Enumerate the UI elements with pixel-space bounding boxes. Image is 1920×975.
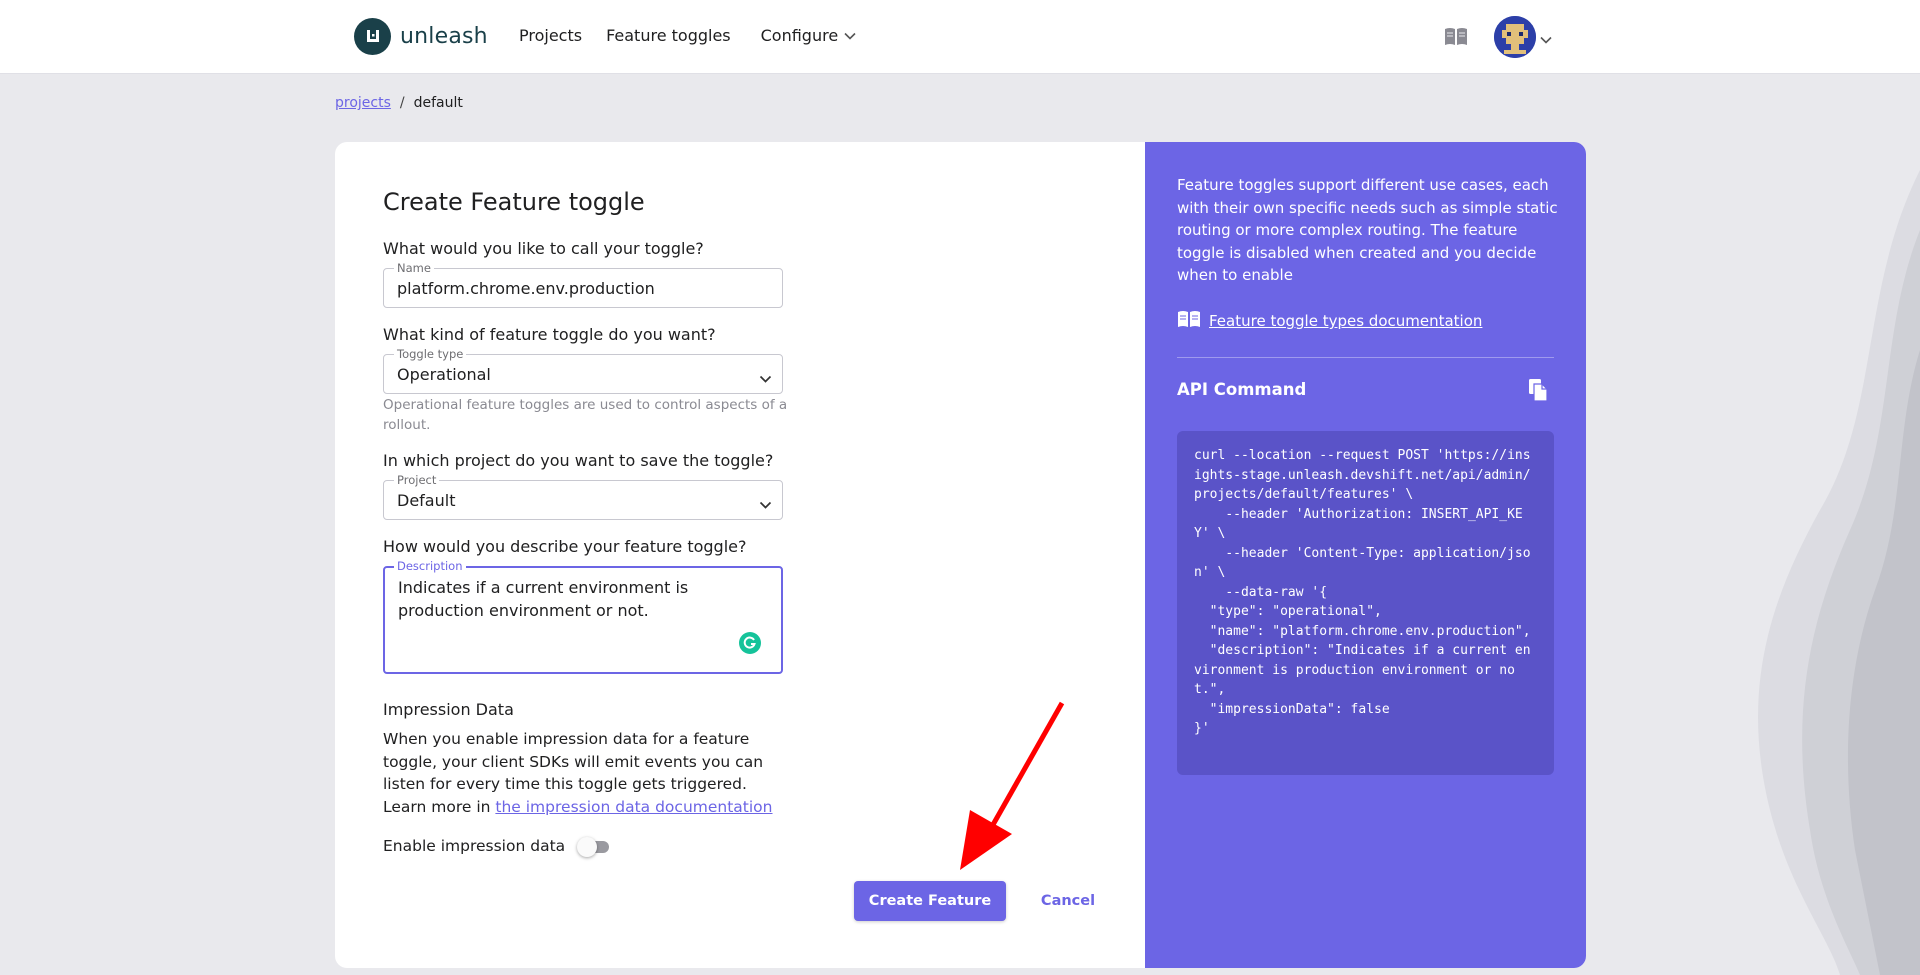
breadcrumb: projects / default [335, 95, 463, 111]
impression-toggle-label: Enable impression data [383, 837, 566, 855]
api-command-title: API Command [1177, 380, 1307, 399]
nav-feature-toggles-label: Feature toggles [606, 26, 731, 45]
toggle-type-select[interactable]: Toggle type Operational [383, 347, 783, 394]
unleash-logo-icon [354, 18, 391, 55]
annotation-arrow [950, 695, 1070, 879]
description-legend: Description [394, 559, 466, 573]
description-textarea[interactable]: Description Indicates if a current envir… [383, 559, 783, 674]
page-title: Create Feature toggle [383, 188, 645, 216]
nav-projects-label: Projects [519, 26, 583, 45]
nav-projects[interactable]: Projects [519, 26, 582, 45]
documentation-book-icon[interactable] [1443, 26, 1469, 48]
user-avatar[interactable] [1494, 16, 1536, 58]
unleash-logo[interactable]: unleash [354, 18, 488, 55]
breadcrumb-separator: / [399, 95, 405, 111]
main-nav: Projects Feature toggles Configure [519, 26, 880, 45]
toggle-type-legend: Toggle type [394, 347, 467, 361]
breadcrumb-projects-link[interactable]: projects [335, 95, 391, 111]
type-question: What kind of feature toggle do you want? [383, 325, 716, 344]
project-legend: Project [394, 473, 440, 487]
grammarly-icon[interactable] [739, 632, 761, 658]
nav-configure-label: Configure [760, 26, 839, 45]
impression-toggle-row: Enable impression data [383, 836, 613, 857]
description-value: Indicates if a current environment is pr… [398, 578, 689, 620]
background-decoration [1680, 90, 1920, 975]
side-description: Feature toggles support different use ca… [1177, 176, 1558, 284]
toggle-types-doc-link[interactable]: Feature toggle types documentation [1177, 310, 1482, 332]
name-field-legend: Name [394, 261, 434, 275]
chevron-down-icon [844, 32, 856, 40]
impression-data-doc-link[interactable]: the impression data documentation [495, 798, 772, 816]
toggle-type-helper: Operational feature toggles are used to … [383, 397, 788, 433]
top-navigation-bar: unleash Projects Feature toggles Configu… [0, 0, 1920, 74]
project-question: In which project do you want to save the… [383, 451, 774, 470]
chevron-down-icon [759, 495, 772, 514]
impression-data-switch[interactable] [577, 836, 613, 857]
breadcrumb-current: default [413, 95, 463, 111]
name-field-value: platform.chrome.env.production [397, 279, 655, 298]
info-side-panel: Feature toggles support different use ca… [1145, 142, 1586, 968]
chevron-down-icon [759, 369, 772, 388]
logo-text: unleash [400, 24, 488, 49]
cancel-button[interactable]: Cancel [1023, 881, 1113, 921]
name-question: What would you like to call your toggle? [383, 239, 704, 258]
toggle-types-doc-label: Feature toggle types documentation [1209, 312, 1483, 330]
description-question: How would you describe your feature togg… [383, 537, 747, 556]
project-value: Default [397, 491, 456, 510]
name-field[interactable]: Name platform.chrome.env.production [383, 261, 783, 308]
copy-icon[interactable] [1527, 378, 1549, 402]
toggle-type-value: Operational [397, 365, 491, 384]
book-icon [1177, 310, 1201, 332]
project-select[interactable]: Project Default [383, 473, 783, 520]
side-divider [1177, 357, 1554, 358]
account-menu-chevron-icon[interactable] [1540, 29, 1552, 48]
impression-data-description: When you enable impression data for a fe… [383, 728, 793, 818]
switch-thumb [577, 837, 598, 857]
nav-configure[interactable]: Configure [761, 26, 857, 45]
nav-feature-toggles[interactable]: Feature toggles [606, 26, 731, 45]
api-command-code[interactable]: curl --location --request POST 'https://… [1177, 431, 1554, 775]
create-feature-button[interactable]: Create Feature [854, 881, 1006, 921]
impression-data-title: Impression Data [383, 700, 514, 719]
